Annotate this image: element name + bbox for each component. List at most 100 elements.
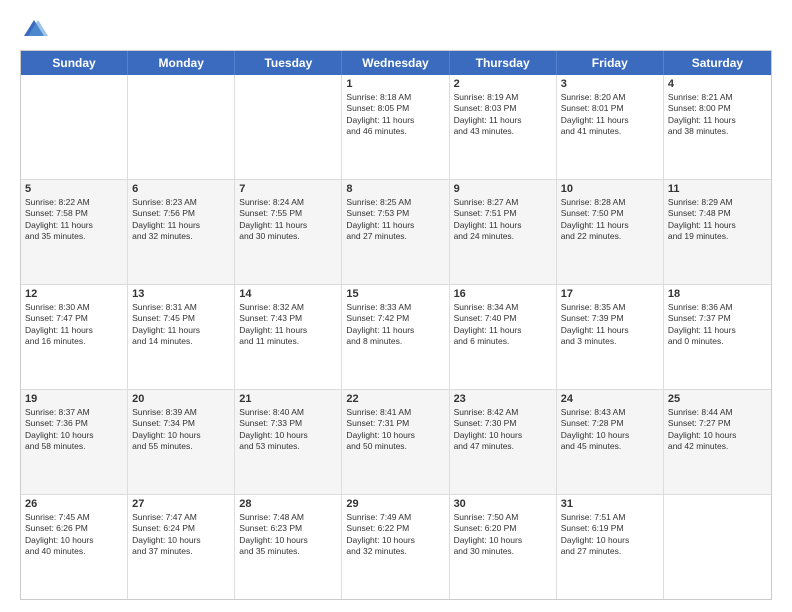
day-info: Sunrise: 8:23 AM Sunset: 7:56 PM Dayligh… [132,197,230,243]
calendar-cell-day-10: 10 Sunrise: 8:28 AM Sunset: 7:50 PM Dayli… [557,180,664,284]
day-number: 21 [239,393,337,405]
day-info: Sunrise: 8:28 AM Sunset: 7:50 PM Dayligh… [561,197,659,243]
calendar-cell-day-15: 15Sunrise: 8:33 AM Sunset: 7:42 PM Dayli… [342,285,449,389]
calendar-cell-day-8: 8 Sunrise: 8:25 AM Sunset: 7:53 PM Daylig… [342,180,449,284]
day-number: 31 [561,498,659,510]
day-info: Sunrise: 8:37 AM Sunset: 7:36 PM Dayligh… [25,407,123,453]
calendar-cell-day-12: 12 Sunrise: 8:30 AM Sunset: 7:47 PM Dayli… [21,285,128,389]
logo-icon [20,16,48,44]
day-number: 30 [454,498,552,510]
day-number: 26 [25,498,123,510]
calendar-cell-day-1: 1 Sunrise: 8:18 AM Sunset: 8:05 PM Daylig… [342,75,449,179]
weekday-header-friday: Friday [557,51,664,75]
calendar-cell-day-5: 5Sunrise: 8:22 AM Sunset: 7:58 PM Daylig… [21,180,128,284]
header [20,16,772,44]
calendar-cell-day-2: 2 Sunrise: 8:19 AM Sunset: 8:03 PM Daylig… [450,75,557,179]
day-info: Sunrise: 8:32 AM Sunset: 7:43 PM Dayligh… [239,302,337,348]
calendar-cell-empty-r4c6 [664,495,771,599]
calendar-cell-day-25: 25Sunrise: 8:44 AM Sunset: 7:27 PM Dayli… [664,390,771,494]
day-info: Sunrise: 8:25 AM Sunset: 7:53 PM Dayligh… [346,197,444,243]
day-info: Sunrise: 8:42 AM Sunset: 7:30 PM Dayligh… [454,407,552,453]
day-number: 19 [25,393,123,405]
weekday-header-wednesday: Wednesday [342,51,449,75]
calendar-cell-day-20: 20 Sunrise: 8:39 AM Sunset: 7:34 PM Dayli… [128,390,235,494]
day-number: 4 [668,78,767,90]
day-number: 18 [668,288,767,300]
calendar-row-4: 26 Sunrise: 7:45 AM Sunset: 6:26 PM Dayli… [21,494,771,599]
calendar-row-0: 1 Sunrise: 8:18 AM Sunset: 8:05 PM Daylig… [21,75,771,179]
calendar-cell-day-17: 17 Sunrise: 8:35 AM Sunset: 7:39 PM Dayli… [557,285,664,389]
calendar-cell-empty-r0c1 [128,75,235,179]
day-info: Sunrise: 8:35 AM Sunset: 7:39 PM Dayligh… [561,302,659,348]
day-number: 20 [132,393,230,405]
day-number: 24 [561,393,659,405]
day-number: 8 [346,183,444,195]
day-info: Sunrise: 7:47 AM Sunset: 6:24 PM Dayligh… [132,512,230,558]
day-number: 27 [132,498,230,510]
calendar-body: 1 Sunrise: 8:18 AM Sunset: 8:05 PM Daylig… [21,75,771,599]
day-number: 12 [25,288,123,300]
day-info: Sunrise: 8:27 AM Sunset: 7:51 PM Dayligh… [454,197,552,243]
calendar-cell-day-26: 26 Sunrise: 7:45 AM Sunset: 6:26 PM Dayli… [21,495,128,599]
day-number: 14 [239,288,337,300]
day-info: Sunrise: 8:30 AM Sunset: 7:47 PM Dayligh… [25,302,123,348]
weekday-header-tuesday: Tuesday [235,51,342,75]
day-number: 22 [346,393,444,405]
calendar-cell-day-3: 3Sunrise: 8:20 AM Sunset: 8:01 PM Daylig… [557,75,664,179]
calendar-cell-day-19: 19 Sunrise: 8:37 AM Sunset: 7:36 PM Dayli… [21,390,128,494]
calendar-cell-day-14: 14 Sunrise: 8:32 AM Sunset: 7:43 PM Dayli… [235,285,342,389]
calendar-cell-day-6: 6 Sunrise: 8:23 AM Sunset: 7:56 PM Daylig… [128,180,235,284]
calendar-cell-day-31: 31 Sunrise: 7:51 AM Sunset: 6:19 PM Dayli… [557,495,664,599]
day-info: Sunrise: 8:29 AM Sunset: 7:48 PM Dayligh… [668,197,767,243]
day-info: Sunrise: 8:33 AM Sunset: 7:42 PM Dayligh… [346,302,444,348]
weekday-header-monday: Monday [128,51,235,75]
calendar-row-3: 19 Sunrise: 8:37 AM Sunset: 7:36 PM Dayli… [21,389,771,494]
day-number: 9 [454,183,552,195]
day-info: Sunrise: 8:39 AM Sunset: 7:34 PM Dayligh… [132,407,230,453]
calendar-cell-day-9: 9 Sunrise: 8:27 AM Sunset: 7:51 PM Daylig… [450,180,557,284]
calendar-cell-day-18: 18 Sunrise: 8:36 AM Sunset: 7:37 PM Dayli… [664,285,771,389]
day-number: 17 [561,288,659,300]
day-info: Sunrise: 8:41 AM Sunset: 7:31 PM Dayligh… [346,407,444,453]
day-number: 23 [454,393,552,405]
day-info: Sunrise: 8:36 AM Sunset: 7:37 PM Dayligh… [668,302,767,348]
logo [20,16,52,44]
calendar-row-1: 5Sunrise: 8:22 AM Sunset: 7:58 PM Daylig… [21,179,771,284]
day-info: Sunrise: 8:18 AM Sunset: 8:05 PM Dayligh… [346,92,444,138]
day-number: 28 [239,498,337,510]
weekday-header-saturday: Saturday [664,51,771,75]
calendar-cell-day-23: 23 Sunrise: 8:42 AM Sunset: 7:30 PM Dayli… [450,390,557,494]
day-number: 2 [454,78,552,90]
calendar-cell-day-28: 28Sunrise: 7:48 AM Sunset: 6:23 PM Dayli… [235,495,342,599]
day-info: Sunrise: 7:49 AM Sunset: 6:22 PM Dayligh… [346,512,444,558]
day-number: 29 [346,498,444,510]
calendar-cell-day-29: 29 Sunrise: 7:49 AM Sunset: 6:22 PM Dayli… [342,495,449,599]
day-number: 6 [132,183,230,195]
calendar-cell-day-7: 7Sunrise: 8:24 AM Sunset: 7:55 PM Daylig… [235,180,342,284]
calendar-cell-day-22: 22 Sunrise: 8:41 AM Sunset: 7:31 PM Dayli… [342,390,449,494]
day-number: 10 [561,183,659,195]
calendar-cell-day-11: 11Sunrise: 8:29 AM Sunset: 7:48 PM Dayli… [664,180,771,284]
day-info: Sunrise: 8:43 AM Sunset: 7:28 PM Dayligh… [561,407,659,453]
day-number: 5 [25,183,123,195]
calendar-cell-empty-r0c2 [235,75,342,179]
calendar-header: SundayMondayTuesdayWednesdayThursdayFrid… [21,51,771,75]
day-info: Sunrise: 7:45 AM Sunset: 6:26 PM Dayligh… [25,512,123,558]
day-info: Sunrise: 8:21 AM Sunset: 8:00 PM Dayligh… [668,92,767,138]
day-info: Sunrise: 8:44 AM Sunset: 7:27 PM Dayligh… [668,407,767,453]
calendar-row-2: 12 Sunrise: 8:30 AM Sunset: 7:47 PM Dayli… [21,284,771,389]
calendar-cell-day-27: 27 Sunrise: 7:47 AM Sunset: 6:24 PM Dayli… [128,495,235,599]
day-number: 16 [454,288,552,300]
day-info: Sunrise: 7:51 AM Sunset: 6:19 PM Dayligh… [561,512,659,558]
day-info: Sunrise: 8:40 AM Sunset: 7:33 PM Dayligh… [239,407,337,453]
weekday-header-thursday: Thursday [450,51,557,75]
day-number: 7 [239,183,337,195]
calendar-cell-empty-r0c0 [21,75,128,179]
calendar: SundayMondayTuesdayWednesdayThursdayFrid… [20,50,772,600]
page: SundayMondayTuesdayWednesdayThursdayFrid… [0,0,792,612]
day-number: 1 [346,78,444,90]
calendar-cell-day-24: 24 Sunrise: 8:43 AM Sunset: 7:28 PM Dayli… [557,390,664,494]
day-info: Sunrise: 8:19 AM Sunset: 8:03 PM Dayligh… [454,92,552,138]
calendar-cell-day-13: 13Sunrise: 8:31 AM Sunset: 7:45 PM Dayli… [128,285,235,389]
day-info: Sunrise: 8:31 AM Sunset: 7:45 PM Dayligh… [132,302,230,348]
